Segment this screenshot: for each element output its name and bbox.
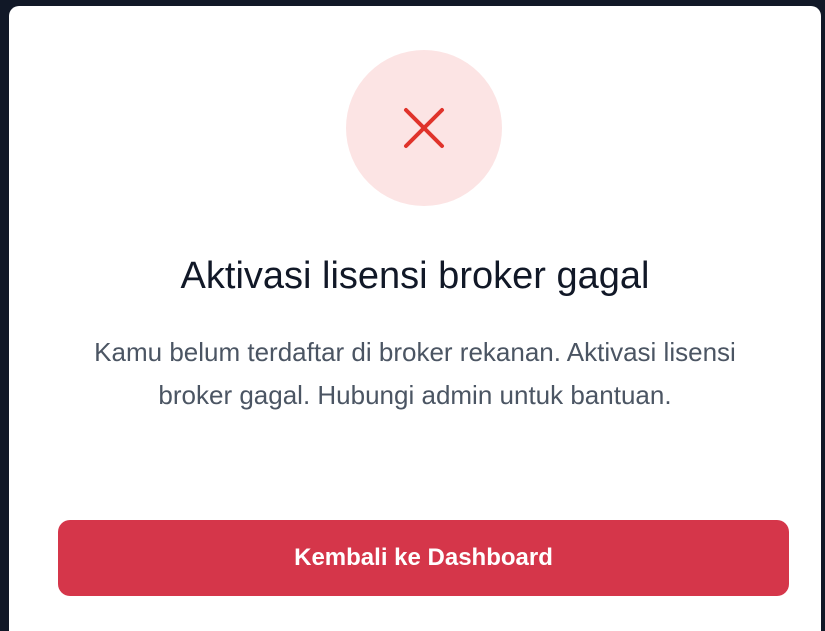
error-dialog: Aktivasi lisensi broker gagal Kamu belum… <box>9 6 821 631</box>
back-to-dashboard-button[interactable]: Kembali ke Dashboard <box>58 520 789 596</box>
error-icon-badge <box>346 50 502 206</box>
screen: Aktivasi lisensi broker gagal Kamu belum… <box>0 0 825 631</box>
dialog-message: Kamu belum terdaftar di broker rekanan. … <box>94 337 736 410</box>
dialog-title: Aktivasi lisensi broker gagal <box>180 255 650 297</box>
close-x-icon <box>404 108 444 148</box>
